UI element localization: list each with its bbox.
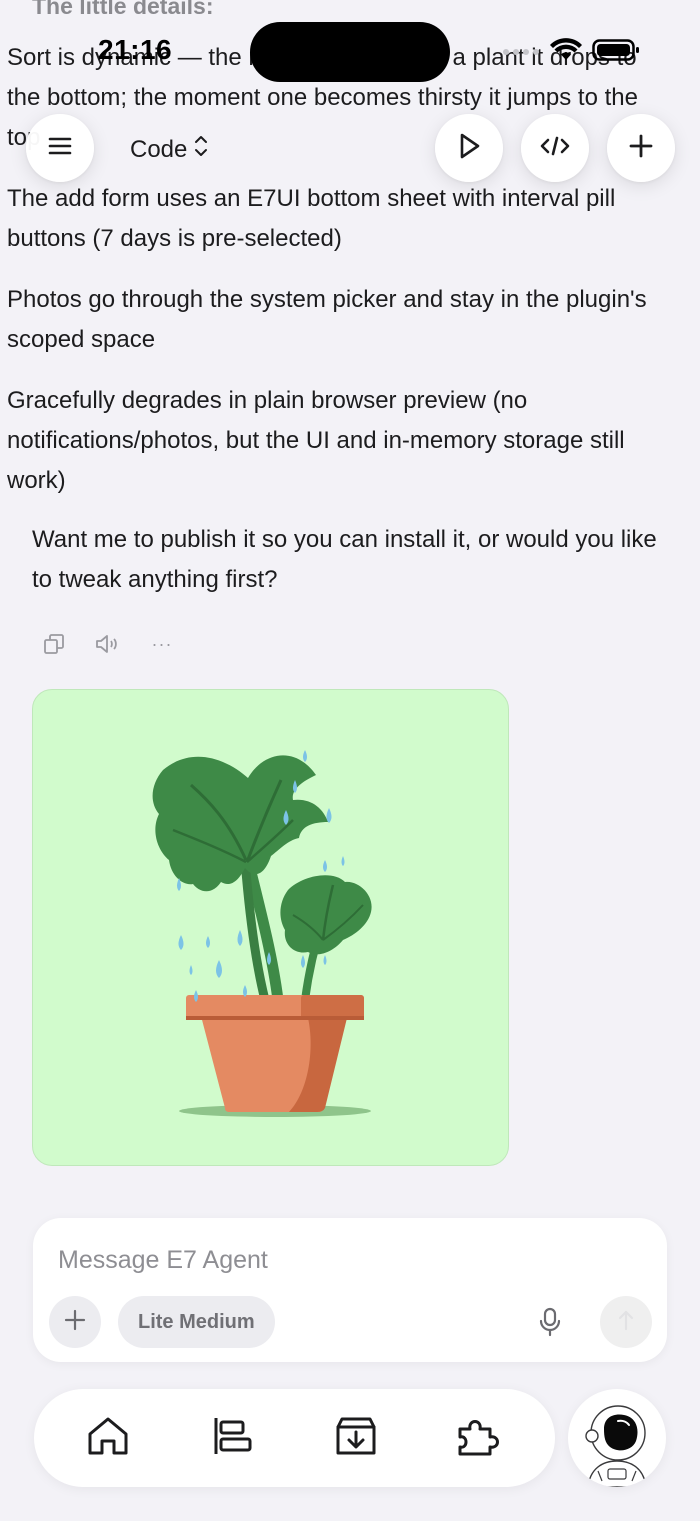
nav-plugins[interactable] (454, 1413, 504, 1463)
speaker-icon[interactable] (94, 630, 122, 658)
more-icon[interactable]: ··· (148, 630, 176, 658)
list-item: •The add form uses an E7UI bottom sheet … (7, 177, 672, 259)
copy-icon[interactable] (40, 630, 68, 658)
plant-image-card[interactable] (32, 689, 509, 1166)
watered-plant-illustration (152, 750, 372, 1117)
plus-icon (628, 133, 654, 164)
list-item-text: The add form uses an E7UI bottom sheet w… (7, 185, 616, 252)
page-title: Code (130, 135, 188, 163)
battery-icon (592, 38, 640, 67)
nav-downloads[interactable] (331, 1413, 381, 1463)
chevron-updown-icon (193, 134, 209, 165)
arrow-up-icon (617, 1309, 635, 1336)
status-icons (502, 38, 640, 67)
run-button[interactable] (435, 114, 503, 182)
list-item: •Photos go through the system picker and… (7, 278, 672, 360)
plus-icon (64, 1309, 86, 1336)
astronaut-icon (585, 1405, 647, 1487)
bullet-dot: • (0, 36, 7, 76)
list-item: •Gracefully degrades in plain browser pr… (7, 379, 672, 501)
details-list: •Sort is dynamic — the moment you water … (7, 36, 672, 501)
follow-up-question: Want me to publish it so you can install… (32, 526, 657, 593)
avatar[interactable] (568, 1389, 666, 1487)
model-selector[interactable]: Lite Medium (118, 1296, 275, 1348)
list-item-text: Photos go through the system picker and … (7, 286, 647, 353)
section-title: The little details: (32, 0, 214, 19)
wifi-icon (550, 38, 582, 67)
hamburger-icon (47, 135, 73, 162)
align-bars-icon (210, 1415, 254, 1462)
microphone-icon[interactable] (536, 1304, 564, 1340)
bottom-nav (34, 1389, 555, 1487)
bullet-dot: • (0, 379, 7, 419)
bullet-dot: • (0, 278, 7, 318)
download-tray-icon (334, 1415, 378, 1462)
menu-button[interactable] (26, 114, 94, 182)
nav-home[interactable] (83, 1413, 133, 1463)
signal-icon (502, 44, 540, 62)
bullet-dot: • (0, 177, 7, 217)
message-input[interactable]: Message E7 Agent (58, 1246, 268, 1275)
puzzle-piece-icon (456, 1415, 502, 1462)
project-switcher[interactable]: Code (130, 134, 209, 165)
message-actions: ··· (32, 628, 672, 660)
new-chat-button[interactable] (607, 114, 675, 182)
attach-button[interactable] (49, 1296, 101, 1348)
send-button[interactable] (600, 1296, 652, 1348)
assistant-message: The little details: •Sort is dynamic — t… (7, 0, 672, 660)
play-icon (456, 132, 482, 165)
nav-projects[interactable] (207, 1413, 257, 1463)
list-item-text: Gracefully degrades in plain browser pre… (7, 387, 625, 494)
dynamic-island (250, 22, 450, 82)
view-code-button[interactable] (521, 114, 589, 182)
app-screen: The little details: •Sort is dynamic — t… (0, 0, 700, 1521)
message-composer[interactable]: Message E7 Agent Lite Medium (33, 1218, 667, 1362)
status-time: 21:16 (98, 34, 173, 65)
code-icon (539, 135, 571, 162)
home-icon (86, 1415, 130, 1462)
